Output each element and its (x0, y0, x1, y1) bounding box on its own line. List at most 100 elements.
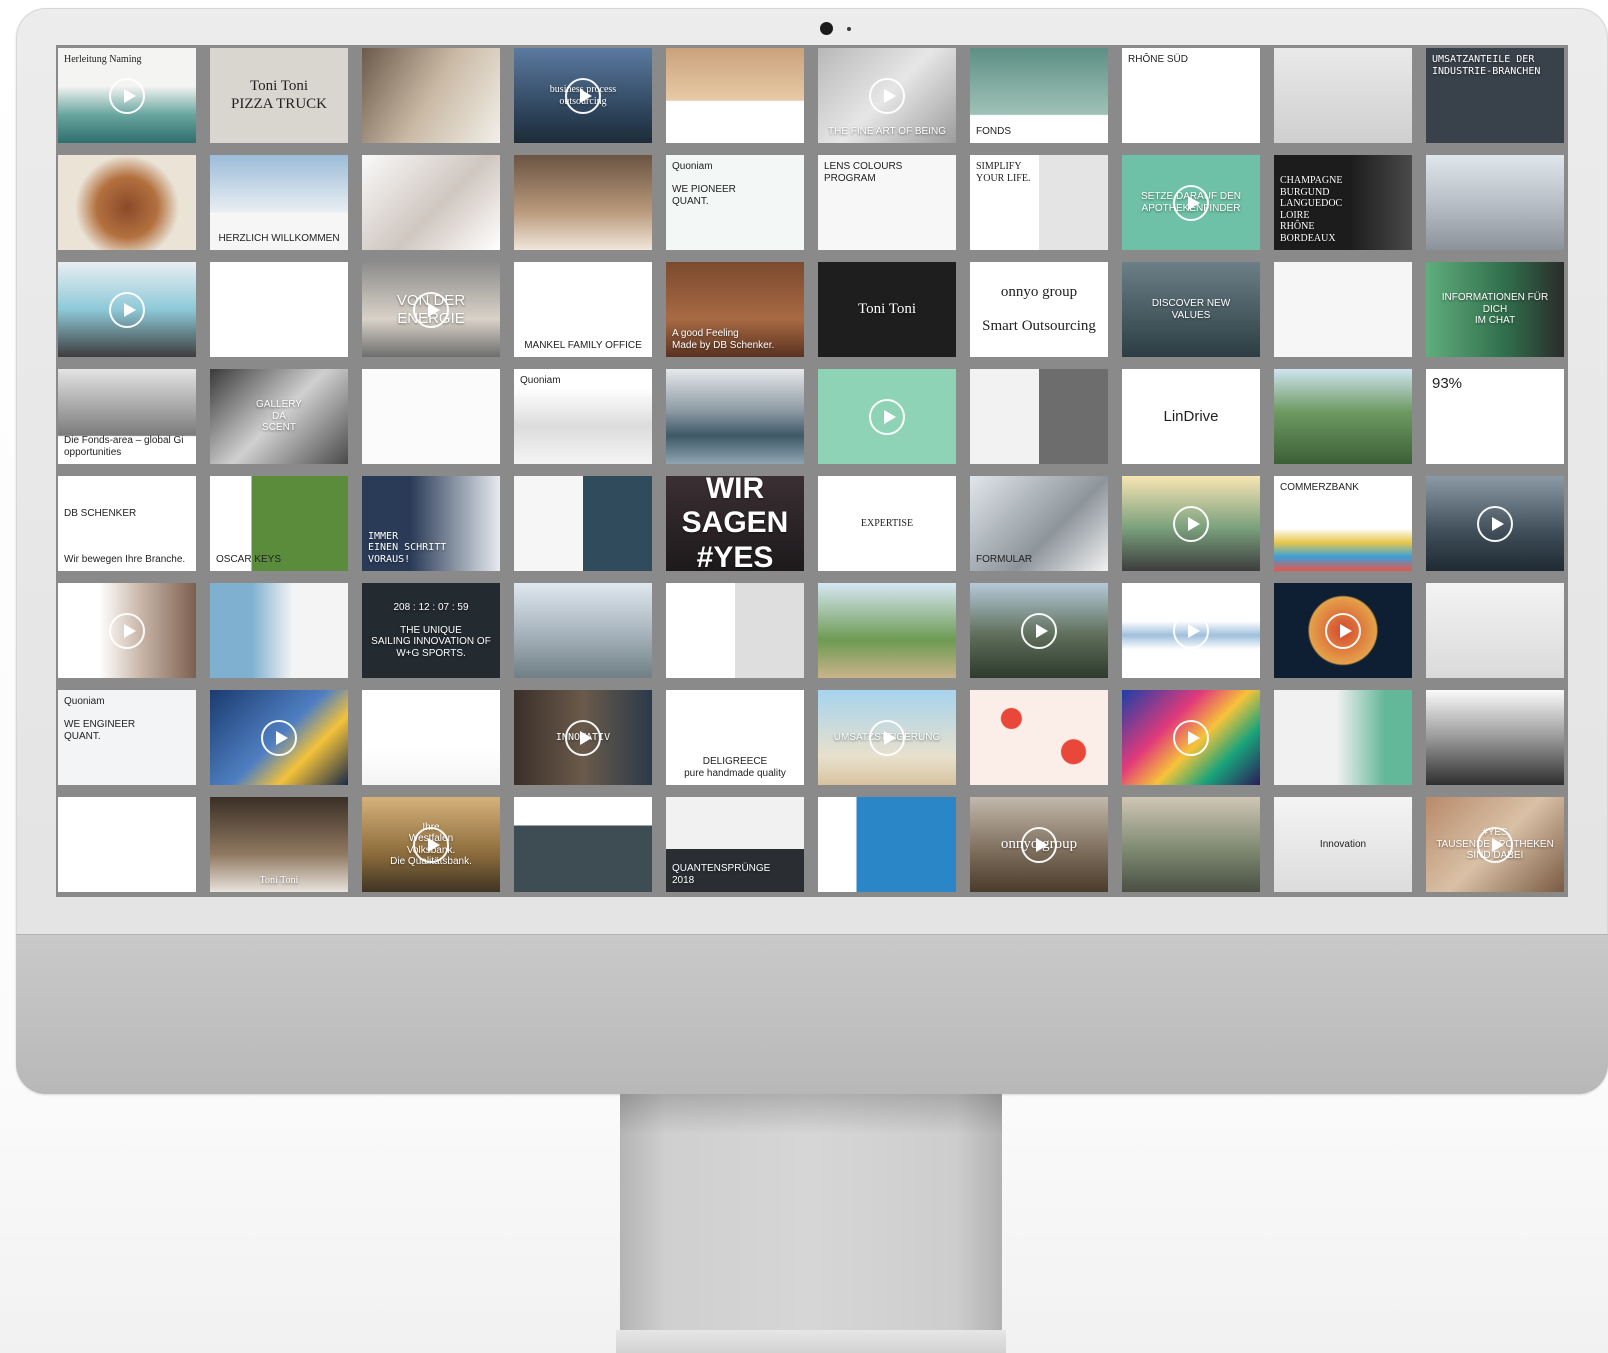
portfolio-thumbnail[interactable] (210, 690, 348, 785)
play-icon[interactable] (109, 612, 145, 649)
play-icon[interactable] (1325, 612, 1361, 649)
play-icon[interactable] (1173, 719, 1209, 756)
portfolio-thumbnail[interactable] (58, 262, 196, 357)
portfolio-thumbnail[interactable]: UMSATZANTEILE DER INDUSTRIE-BRANCHEN (1426, 48, 1564, 143)
portfolio-thumbnail[interactable]: DELIGREECE pure handmade quality (666, 690, 804, 785)
portfolio-thumbnail[interactable] (362, 155, 500, 250)
portfolio-thumbnail[interactable] (1426, 583, 1564, 678)
portfolio-thumbnail[interactable] (1426, 476, 1564, 571)
play-icon[interactable] (109, 77, 145, 114)
portfolio-thumbnail[interactable]: LinDrive (1122, 369, 1260, 464)
play-icon[interactable] (1021, 612, 1057, 649)
portfolio-thumbnail[interactable] (58, 155, 196, 250)
portfolio-thumbnail[interactable] (1122, 690, 1260, 785)
play-icon[interactable] (1021, 826, 1057, 863)
play-icon[interactable] (565, 77, 601, 114)
portfolio-thumbnail[interactable]: VON DER ENERGIE (362, 262, 500, 357)
portfolio-thumbnail[interactable] (1274, 369, 1412, 464)
portfolio-thumbnail[interactable] (1274, 262, 1412, 357)
portfolio-thumbnail[interactable] (1122, 797, 1260, 892)
portfolio-thumbnail[interactable]: DISCOVER NEW VALUES (1122, 262, 1260, 357)
portfolio-thumbnail[interactable] (970, 369, 1108, 464)
play-icon[interactable] (1173, 505, 1209, 542)
portfolio-thumbnail[interactable] (1122, 583, 1260, 678)
portfolio-thumbnail[interactable]: QUANTENSPRÜNGE 2018 (666, 797, 804, 892)
play-icon[interactable] (109, 291, 145, 328)
portfolio-thumbnail[interactable] (970, 583, 1108, 678)
portfolio-thumbnail[interactable] (210, 583, 348, 678)
portfolio-thumbnail[interactable] (58, 797, 196, 892)
portfolio-thumbnail[interactable] (970, 690, 1108, 785)
portfolio-thumbnail[interactable]: CHAMPAGNE BURGUND LANGUEDOC LOIRE RHÔNE … (1274, 155, 1412, 250)
portfolio-thumbnail[interactable]: DB SCHENKER Wir bewegen Ihre Branche. (58, 476, 196, 571)
portfolio-thumbnail[interactable]: Ihre Westfalen Volksbank. Die Qualitätsb… (362, 797, 500, 892)
portfolio-thumbnail[interactable]: Toni Toni PIZZA TRUCK (210, 48, 348, 143)
portfolio-thumbnail[interactable]: #YES TAUSENDE APOTHEKEN SIND DABEI (1426, 797, 1564, 892)
portfolio-thumbnail[interactable]: EXPERTISE (818, 476, 956, 571)
portfolio-thumbnail[interactable]: onnyo group (970, 797, 1108, 892)
portfolio-thumbnail[interactable] (1122, 476, 1260, 571)
portfolio-thumbnail[interactable] (818, 797, 956, 892)
portfolio-thumbnail[interactable]: 93% (1426, 369, 1564, 464)
play-icon[interactable] (1477, 826, 1513, 863)
portfolio-thumbnail[interactable]: IMMER EINEN SCHRITT VORAUS! (362, 476, 500, 571)
play-icon[interactable] (869, 719, 905, 756)
portfolio-thumbnail[interactable]: onnyo group Smart Outsourcing (970, 262, 1108, 357)
portfolio-thumbnail[interactable]: MANKEL FAMILY OFFICE (514, 262, 652, 357)
play-icon[interactable] (413, 826, 449, 863)
portfolio-thumbnail[interactable]: INFORMATIONEN FÜR DICH IM CHAT (1426, 262, 1564, 357)
portfolio-thumbnail[interactable]: business process outsourcing (514, 48, 652, 143)
play-icon[interactable] (1173, 612, 1209, 649)
portfolio-thumbnail[interactable]: THE FINE ART OF BEING (818, 48, 956, 143)
portfolio-thumbnail[interactable]: FONDS (970, 48, 1108, 143)
portfolio-thumbnail[interactable] (514, 155, 652, 250)
portfolio-thumbnail[interactable]: LENS COLOURS PROGRAM (818, 155, 956, 250)
portfolio-thumbnail[interactable]: 208 : 12 : 07 : 59 THE UNIQUE SAILING IN… (362, 583, 500, 678)
portfolio-thumbnail[interactable]: A good Feeling Made by DB Schenker. (666, 262, 804, 357)
portfolio-thumbnail[interactable] (1274, 48, 1412, 143)
portfolio-thumbnail[interactable]: GALLERY DA SCENT (210, 369, 348, 464)
portfolio-thumbnail[interactable] (1274, 690, 1412, 785)
portfolio-thumbnail[interactable]: Quoniam (514, 369, 652, 464)
play-icon[interactable] (261, 719, 297, 756)
play-icon[interactable] (1173, 184, 1209, 221)
portfolio-thumbnail[interactable]: UMSATZSTEIGERUNG (818, 690, 956, 785)
portfolio-thumbnail[interactable] (818, 369, 956, 464)
portfolio-thumbnail[interactable]: SIMPLIFY YOUR LIFE. (970, 155, 1108, 250)
portfolio-thumbnail[interactable] (210, 262, 348, 357)
portfolio-thumbnail[interactable]: Die Fonds-area – global Gi opportunities (58, 369, 196, 464)
portfolio-thumbnail[interactable] (1274, 583, 1412, 678)
portfolio-thumbnail[interactable]: Innovation (1274, 797, 1412, 892)
portfolio-thumbnail[interactable] (1426, 155, 1564, 250)
portfolio-thumbnail[interactable] (1426, 690, 1564, 785)
portfolio-thumbnail[interactable]: RHÔNE SÜD (1122, 48, 1260, 143)
portfolio-thumbnail[interactable]: WIR SAGEN #YES (666, 476, 804, 571)
play-icon[interactable] (413, 291, 449, 328)
portfolio-thumbnail[interactable]: Quoniam WE ENGINEER QUANT. (58, 690, 196, 785)
portfolio-thumbnail[interactable] (362, 690, 500, 785)
portfolio-thumbnail[interactable] (362, 48, 500, 143)
portfolio-thumbnail[interactable] (666, 369, 804, 464)
portfolio-thumbnail[interactable]: Toni Toni (210, 797, 348, 892)
portfolio-thumbnail[interactable]: SETZE DARAUF DEN APOTHEKENFINDER (1122, 155, 1260, 250)
portfolio-thumbnail[interactable] (514, 476, 652, 571)
portfolio-thumbnail[interactable]: OSCAR KEYS (210, 476, 348, 571)
portfolio-thumbnail[interactable]: Quoniam WE PIONEER QUANT. (666, 155, 804, 250)
portfolio-thumbnail[interactable]: HERZLICH WILLKOMMEN (210, 155, 348, 250)
portfolio-thumbnail[interactable] (514, 583, 652, 678)
portfolio-thumbnail[interactable]: FORMULAR (970, 476, 1108, 571)
portfolio-thumbnail[interactable]: Herleitung Naming (58, 48, 196, 143)
play-icon[interactable] (869, 398, 905, 435)
portfolio-thumbnail[interactable] (666, 583, 804, 678)
portfolio-thumbnail[interactable] (818, 583, 956, 678)
portfolio-thumbnail[interactable] (362, 369, 500, 464)
play-icon[interactable] (565, 719, 601, 756)
portfolio-thumbnail[interactable] (666, 48, 804, 143)
play-icon[interactable] (1477, 505, 1513, 542)
portfolio-thumbnail[interactable] (58, 583, 196, 678)
portfolio-thumbnail[interactable]: Toni Toni (818, 262, 956, 357)
play-icon[interactable] (869, 77, 905, 114)
portfolio-thumbnail[interactable]: INNOVATIV (514, 690, 652, 785)
portfolio-thumbnail[interactable] (514, 797, 652, 892)
portfolio-thumbnail[interactable]: COMMERZBANK (1274, 476, 1412, 571)
